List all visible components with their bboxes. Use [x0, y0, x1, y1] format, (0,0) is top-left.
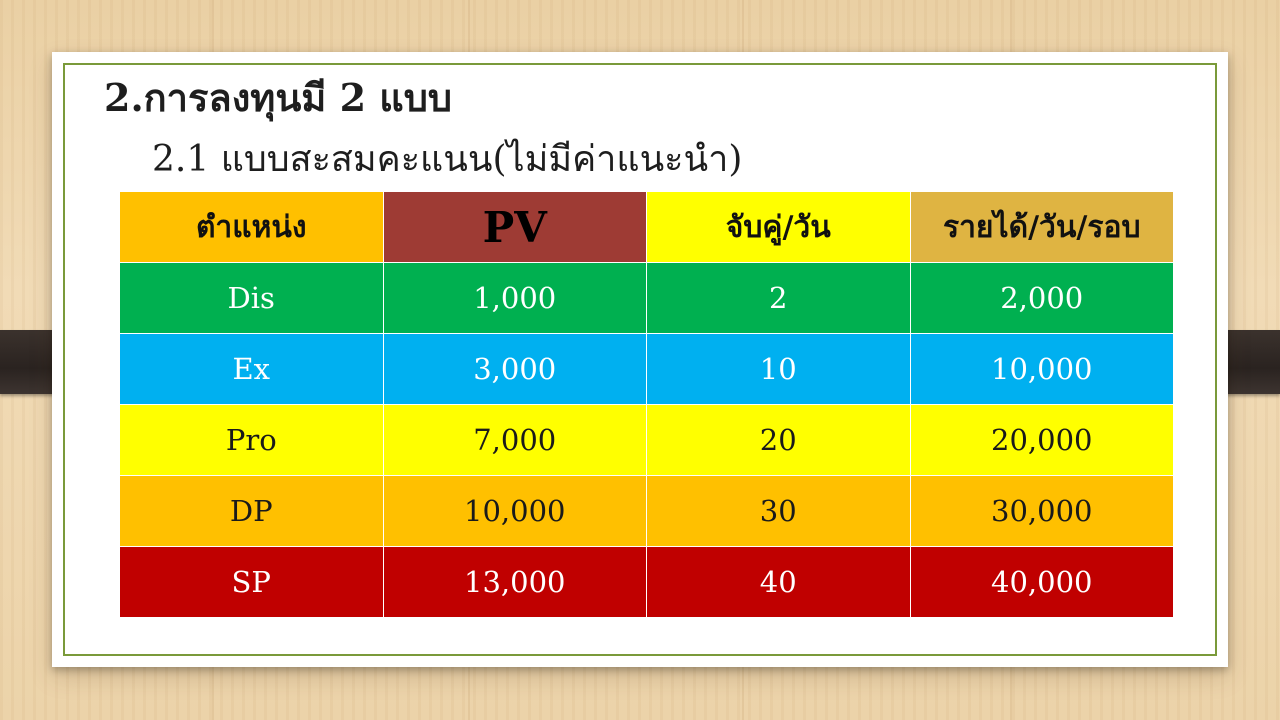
- table-row: SP 13,000 40 40,000: [119, 546, 1174, 618]
- table-row: Dis 1,000 2 2,000: [119, 262, 1174, 334]
- cell-pairs: 2: [646, 262, 911, 334]
- cell-pairs: 10: [646, 333, 911, 405]
- cell-pairs: 40: [646, 546, 911, 618]
- cell-position: Pro: [119, 404, 384, 476]
- cell-pv: 13,000: [382, 546, 647, 618]
- cell-income: 20,000: [909, 404, 1174, 476]
- cell-pairs: 20: [646, 404, 911, 476]
- header-pv: PV: [382, 191, 647, 263]
- header-income-per-day: รายได้/วัน/รอบ: [909, 191, 1174, 263]
- pv-table: ตำแหน่ง PV จับคู่/วัน รายได้/วัน/รอบ Dis…: [119, 191, 1174, 618]
- slide-title: 2.การลงทุนมี 2 แบบ: [104, 75, 452, 120]
- header-position: ตำแหน่ง: [119, 191, 384, 263]
- cell-pv: 3,000: [382, 333, 647, 405]
- cell-income: 40,000: [909, 546, 1174, 618]
- header-pairs-per-day: จับคู่/วัน: [646, 191, 911, 263]
- cell-position: DP: [119, 475, 384, 547]
- slide: 2.การลงทุนมี 2 แบบ 2.1 แบบสะสมคะแนน(ไม่ม…: [52, 52, 1228, 667]
- slide-subtitle: 2.1 แบบสะสมคะแนน(ไม่มีค่าแนะนำ): [152, 139, 743, 180]
- table-row: Pro 7,000 20 20,000: [119, 404, 1174, 476]
- cell-pv: 7,000: [382, 404, 647, 476]
- cell-pairs: 30: [646, 475, 911, 547]
- cell-pv: 1,000: [382, 262, 647, 334]
- table-header-row: ตำแหน่ง PV จับคู่/วัน รายได้/วัน/รอบ: [119, 191, 1174, 263]
- cell-position: Ex: [119, 333, 384, 405]
- cell-pv: 10,000: [382, 475, 647, 547]
- cell-income: 2,000: [909, 262, 1174, 334]
- table-row: DP 10,000 30 30,000: [119, 475, 1174, 547]
- cell-position: Dis: [119, 262, 384, 334]
- table-row: Ex 3,000 10 10,000: [119, 333, 1174, 405]
- cell-income: 10,000: [909, 333, 1174, 405]
- cell-position: SP: [119, 546, 384, 618]
- cell-income: 30,000: [909, 475, 1174, 547]
